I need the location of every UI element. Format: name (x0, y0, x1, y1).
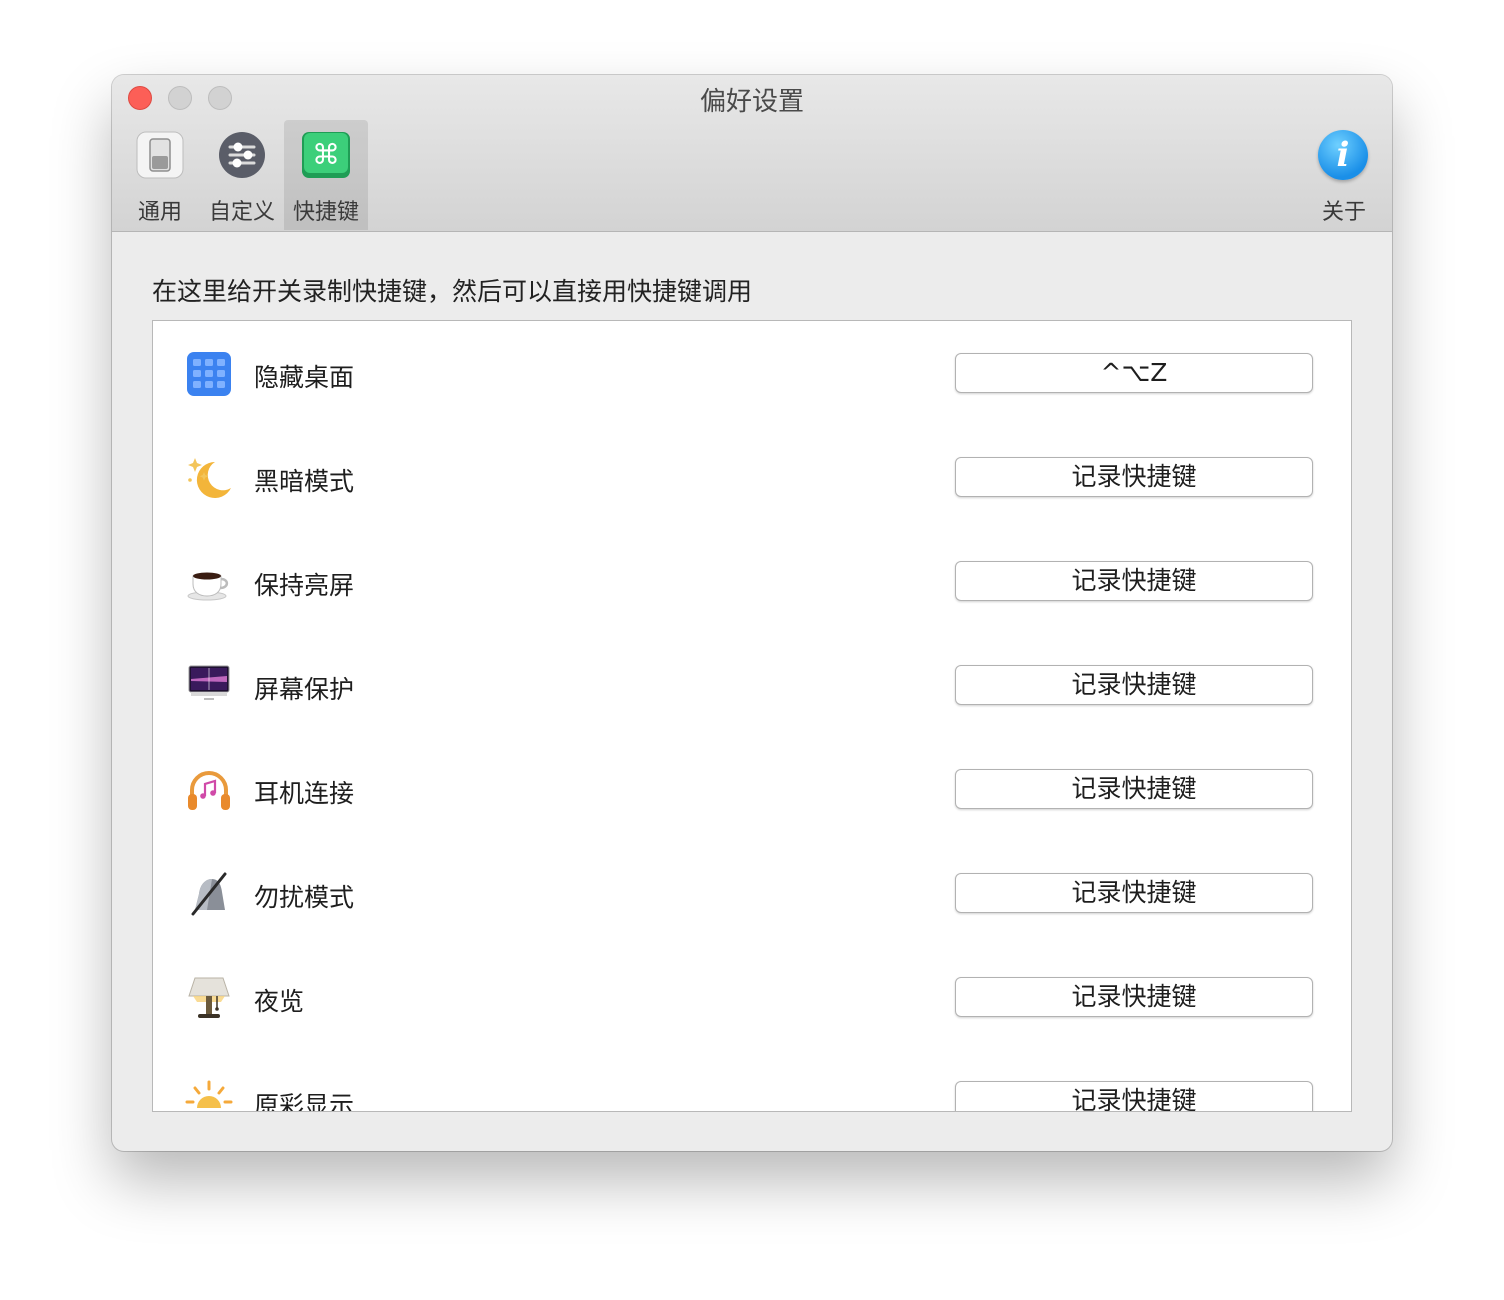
list-item: 屏幕保护 记录快捷键 (153, 653, 1351, 757)
tab-general[interactable]: 通用 (118, 120, 202, 230)
list-item: 夜览 记录快捷键 (153, 965, 1351, 1069)
list-item: 耳机连接 记录快捷键 (153, 757, 1351, 861)
coffee-cup-icon (187, 572, 229, 601)
record-shortcut-button[interactable]: ^⌥Z (955, 353, 1313, 393)
instruction-text: 在这里给开关录制快捷键，然后可以直接用快捷键调用 (152, 277, 753, 306)
record-shortcut-button[interactable]: 记录快捷键 (955, 1081, 1313, 1111)
item-label: 原彩显示 (254, 1091, 355, 1112)
tab-shortcuts[interactable]: ⌘ 快捷键 (284, 120, 368, 230)
monitor-icon (188, 665, 230, 700)
grid-desktop-icon (187, 352, 231, 396)
shortcuts-panel: 在这里给开关录制快捷键，然后可以直接用快捷键调用 隐藏桌面 ^⌥Z 黑暗模式 记… (112, 232, 1392, 1151)
list-item: 原彩显示 记录快捷键 (153, 1069, 1351, 1112)
list-item: 勿扰模式 记录快捷键 (153, 861, 1351, 965)
shortcut-list[interactable]: 隐藏桌面 ^⌥Z 黑暗模式 记录快捷键 保持亮屏 记录快捷键 屏幕保护 记录快捷… (152, 320, 1352, 1112)
preferences-window: 偏好设置 通用 自定义 ⌘ 快捷键 i 关于 在这里给开关录制快捷键，然后可以直… (112, 75, 1392, 1151)
record-shortcut-button[interactable]: 记录快捷键 (955, 977, 1313, 1017)
muted-bell-icon (191, 872, 227, 916)
record-shortcut-button[interactable]: 记录快捷键 (955, 873, 1313, 913)
tab-custom[interactable]: 自定义 (200, 120, 284, 230)
item-label: 勿扰模式 (254, 883, 355, 912)
item-label: 耳机连接 (254, 779, 355, 808)
record-shortcut-button[interactable]: 记录快捷键 (955, 457, 1313, 497)
list-item: 隐藏桌面 ^⌥Z (153, 341, 1351, 445)
window-title: 偏好设置 (699, 87, 804, 117)
record-shortcut-button[interactable]: 记录快捷键 (955, 769, 1313, 809)
item-label: 夜览 (254, 987, 305, 1016)
moon-stars-icon (188, 458, 231, 498)
item-label: 黑暗模式 (254, 467, 355, 496)
titlebar: 偏好设置 通用 自定义 ⌘ 快捷键 i 关于 (112, 75, 1392, 232)
headphones-icon (188, 771, 230, 810)
tab-custom-label: 自定义 (208, 200, 275, 225)
record-shortcut-button[interactable]: 记录快捷键 (955, 665, 1313, 705)
command-key-icon: ⌘ (302, 132, 350, 178)
about-button[interactable]: i 关于 (1302, 120, 1386, 230)
list-item: 保持亮屏 记录快捷键 (153, 549, 1351, 653)
item-label: 屏幕保护 (254, 675, 355, 704)
sunrise-icon (185, 1080, 233, 1108)
toggle-switch-icon (136, 131, 184, 179)
item-label: 隐藏桌面 (254, 363, 355, 392)
sliders-icon (219, 132, 265, 178)
list-item: 黑暗模式 记录快捷键 (153, 445, 1351, 549)
lamp-icon (188, 977, 230, 1018)
record-shortcut-button[interactable]: 记录快捷键 (955, 561, 1313, 601)
svg-text:⌘: ⌘ (312, 138, 340, 171)
info-icon: i (1318, 130, 1368, 180)
item-label: 保持亮屏 (254, 571, 355, 600)
about-label: 关于 (1321, 200, 1366, 225)
tab-shortcuts-label: 快捷键 (292, 200, 359, 225)
